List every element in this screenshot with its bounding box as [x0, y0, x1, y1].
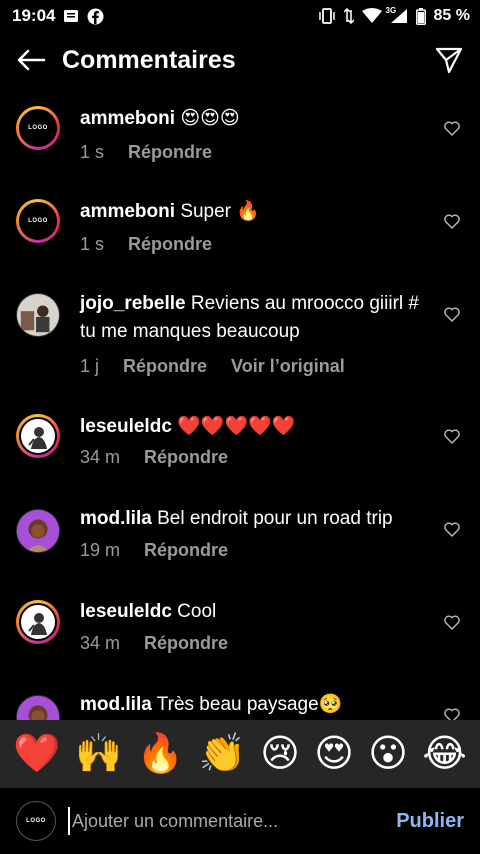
comment-text-block: jojo_rebelle Reviens au mroocco giiirl #… [80, 290, 430, 346]
username[interactable]: ammeboni [80, 108, 175, 129]
avatar[interactable] [16, 695, 60, 720]
reply-button[interactable]: Répondre [128, 234, 212, 255]
username[interactable]: mod.lila [80, 694, 152, 715]
avatar-illustration-icon [22, 606, 54, 638]
heart-icon[interactable] [442, 118, 462, 138]
heart-icon[interactable] [442, 426, 462, 446]
comment-meta: 34 m Répondre [80, 447, 228, 468]
heart-icon[interactable] [442, 705, 462, 720]
heart-icon[interactable] [442, 612, 462, 632]
avatar-illustration-icon [22, 420, 54, 452]
emoji-raised-hands-button[interactable]: 🙌 [75, 735, 122, 773]
comment-input[interactable] [68, 807, 387, 835]
comment-meta: 34 m Répondre [80, 633, 228, 654]
status-bar: 19:04 3G 85 % [0, 0, 480, 32]
comment-text-block: ammeboni 😍😍😍 [80, 105, 430, 133]
username[interactable]: ammeboni [80, 201, 175, 222]
comment-text: Cool [177, 601, 217, 622]
signal-icon: 3G [386, 6, 408, 24]
comment-text-block: leseuleldc ❤️❤️❤️❤️❤️ [80, 413, 430, 441]
comment-meta: 1 s Répondre [80, 142, 212, 163]
avatar[interactable] [16, 600, 60, 644]
emoji-clap-button[interactable]: 👏 [198, 735, 245, 773]
avatar[interactable] [16, 293, 60, 337]
username[interactable]: leseuleldc [80, 416, 172, 437]
emoji-fire-button[interactable]: 🔥 [137, 735, 184, 773]
comment-text: ❤️❤️❤️❤️❤️ [177, 416, 296, 437]
avatar-logo-icon: LOGO [26, 818, 46, 824]
heart-icon[interactable] [442, 304, 462, 324]
emoji-crying-button[interactable]: 😢 [260, 735, 300, 773]
reply-button[interactable]: Répondre [144, 540, 228, 561]
comment-time: 19 m [80, 540, 121, 560]
comment-time: 1 s [80, 234, 105, 254]
vibrate-icon [318, 8, 336, 24]
avatar[interactable] [16, 414, 60, 458]
comment-text: Super 🔥 [180, 201, 260, 222]
wifi-icon [361, 8, 382, 24]
heart-icon[interactable] [442, 519, 462, 539]
network-label: 3G [385, 6, 397, 15]
data-arrows-icon [343, 8, 354, 24]
page-title: Commentaires [62, 45, 236, 74]
avatar-logo-icon: LOGO [28, 125, 48, 131]
comment-text-block: leseuleldc Cool [80, 598, 430, 626]
comment-list[interactable]: LOGO ammeboni 😍😍😍 1 s Répondre LOGO amme… [0, 95, 480, 720]
comment-meta: 19 m Répondre [80, 540, 228, 561]
username[interactable]: mod.lila [80, 508, 152, 529]
reply-button[interactable]: Répondre [123, 356, 207, 377]
see-original-button[interactable]: Voir l’original [231, 356, 345, 377]
comment-text-block: mod.lila Bel endroit pour un road trip [80, 505, 430, 533]
message-icon [63, 8, 79, 24]
comment-time: 1 j [80, 356, 100, 376]
emoji-joy-button[interactable]: 😂 [422, 735, 466, 773]
header: Commentaires [0, 32, 480, 88]
battery-icon [415, 7, 426, 25]
emoji-heart-button[interactable]: ❤️ [13, 735, 60, 773]
reply-button[interactable]: Répondre [144, 447, 228, 468]
comment-time: 34 m [80, 633, 121, 653]
comment-text: Très beau paysage🥺 [156, 694, 343, 715]
avatar-photo-icon [17, 294, 59, 336]
comment-meta: 1 s Répondre [80, 234, 212, 255]
comment-time: 34 m [80, 447, 121, 467]
heart-icon[interactable] [442, 211, 462, 231]
comment-meta: 1 j Répondre Voir l’original [80, 356, 345, 377]
comment-composer: LOGO Publier [0, 788, 480, 854]
quick-emoji-bar: ❤️ 🙌 🔥 👏 😢 😍 😮 😂 [0, 720, 480, 788]
comment-text-block: ammeboni Super 🔥 [80, 198, 430, 226]
arrow-left-icon[interactable] [14, 43, 48, 77]
avatar[interactable]: LOGO [16, 199, 60, 243]
emoji-heart-eyes-button[interactable]: 😍 [314, 735, 354, 773]
status-time: 19:04 [12, 6, 56, 25]
avatar[interactable]: LOGO [16, 106, 60, 150]
avatar-logo-icon: LOGO [28, 218, 48, 224]
comment-text: Bel endroit pour un road trip [157, 508, 393, 529]
reply-button[interactable]: Répondre [128, 142, 212, 163]
publish-button[interactable]: Publier [396, 810, 464, 833]
avatar-bitmoji-icon [17, 696, 59, 720]
paper-plane-icon[interactable] [432, 43, 466, 77]
avatar[interactable] [16, 509, 60, 553]
emoji-surprised-button[interactable]: 😮 [368, 735, 408, 773]
avatar[interactable]: LOGO [16, 801, 56, 841]
comment-text: 😍😍😍 [180, 108, 240, 129]
avatar-bitmoji-icon [17, 510, 59, 552]
username[interactable]: jojo_rebelle [80, 293, 186, 314]
facebook-icon [87, 8, 104, 25]
comment-text-block: mod.lila Très beau paysage🥺 [80, 691, 430, 719]
username[interactable]: leseuleldc [80, 601, 172, 622]
reply-button[interactable]: Répondre [144, 633, 228, 654]
battery-percent: 85 % [433, 7, 470, 24]
comment-time: 1 s [80, 142, 105, 162]
